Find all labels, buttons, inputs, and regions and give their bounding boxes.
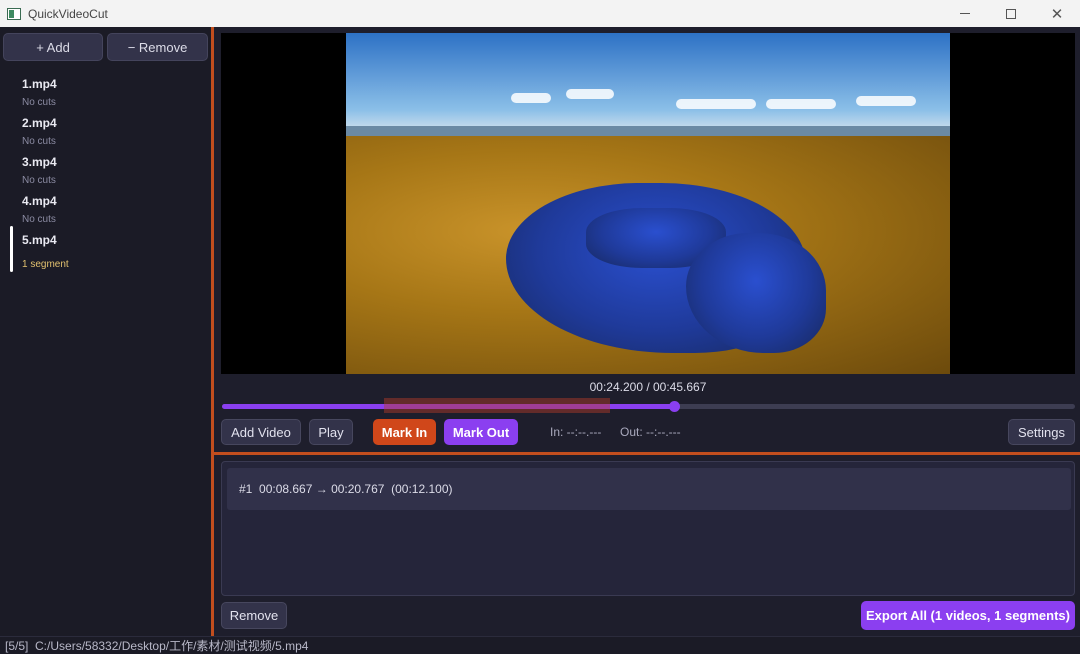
mark-in-button[interactable]: Mark In xyxy=(373,419,436,445)
minimize-button[interactable] xyxy=(942,0,988,27)
status-text: [5/5] C:/Users/58332/Desktop/工作/素材/测试视频/… xyxy=(5,639,309,653)
window-controls: ✕ xyxy=(942,0,1080,27)
cloud xyxy=(676,99,756,109)
remove-files-button[interactable]: − Remove xyxy=(107,33,208,61)
sky xyxy=(346,33,950,129)
window-title: QuickVideoCut xyxy=(28,6,108,21)
title-bar: QuickVideoCut ✕ xyxy=(0,0,1080,27)
timeline-segment xyxy=(384,398,611,413)
add-video-button[interactable]: Add Video xyxy=(221,419,301,445)
time-readout: 00:24.200 / 00:45.667 xyxy=(589,380,707,394)
selection-indicator xyxy=(10,226,13,272)
file-item-1[interactable]: 1.mp4 No cuts xyxy=(22,77,57,108)
file-status: 1 segment xyxy=(22,259,69,270)
horizontal-splitter[interactable] xyxy=(214,452,1080,455)
file-status: No cuts xyxy=(22,136,56,147)
timeline-slider[interactable] xyxy=(222,398,1075,413)
file-name: 5.mp4 xyxy=(22,233,57,247)
play-button[interactable]: Play xyxy=(309,419,353,445)
file-item-3[interactable]: 3.mp4 No cuts xyxy=(22,155,57,186)
file-name: 4.mp4 xyxy=(22,194,57,208)
file-item-5[interactable]: 5.mp4 1 segment xyxy=(22,233,69,270)
file-status: No cuts xyxy=(22,175,56,186)
export-all-button[interactable]: Export All (1 videos, 1 segments) xyxy=(861,601,1075,630)
file-name: 2.mp4 xyxy=(22,116,57,130)
segment-row[interactable]: #1 00:08.667 → 00:20.767 (00:12.100) xyxy=(227,468,1071,510)
file-sidebar: + Add − Remove 1.mp4 No cuts 2.mp4 No cu… xyxy=(0,27,211,636)
file-status: No cuts xyxy=(22,214,56,225)
status-bar: [5/5] C:/Users/58332/Desktop/工作/素材/测试视频/… xyxy=(0,636,1080,654)
cloud xyxy=(856,96,916,106)
minimize-icon xyxy=(960,13,970,14)
timeline-handle[interactable] xyxy=(669,401,681,412)
cloud xyxy=(566,89,614,99)
maximize-icon xyxy=(1006,8,1016,19)
cloud xyxy=(766,99,836,109)
close-icon: ✕ xyxy=(1050,5,1064,23)
file-name: 3.mp4 xyxy=(22,155,57,169)
out-readout: Out: --:--.--- xyxy=(620,425,681,439)
settings-button[interactable]: Settings xyxy=(1008,419,1075,445)
file-name: 1.mp4 xyxy=(22,77,57,91)
file-status: No cuts xyxy=(22,97,56,108)
vertical-splitter[interactable] xyxy=(211,27,214,636)
video-preview[interactable] xyxy=(221,33,1075,374)
maximize-button[interactable] xyxy=(988,0,1034,27)
video-frame xyxy=(346,33,950,374)
mark-out-button[interactable]: Mark Out xyxy=(444,419,518,445)
in-readout: In: --:--.--- xyxy=(550,425,602,439)
add-files-button[interactable]: + Add xyxy=(3,33,103,61)
file-item-2[interactable]: 2.mp4 No cuts xyxy=(22,116,57,147)
segment-list: #1 00:08.667 → 00:20.767 (00:12.100) xyxy=(221,461,1075,596)
app-icon xyxy=(7,7,21,20)
segment-text: #1 00:08.667 → 00:20.767 (00:12.100) xyxy=(239,482,453,496)
remove-segment-button[interactable]: Remove xyxy=(221,602,287,629)
cloud xyxy=(511,93,551,103)
file-item-4[interactable]: 4.mp4 No cuts xyxy=(22,194,57,225)
close-button[interactable]: ✕ xyxy=(1034,0,1080,27)
distant-lake xyxy=(346,126,950,136)
